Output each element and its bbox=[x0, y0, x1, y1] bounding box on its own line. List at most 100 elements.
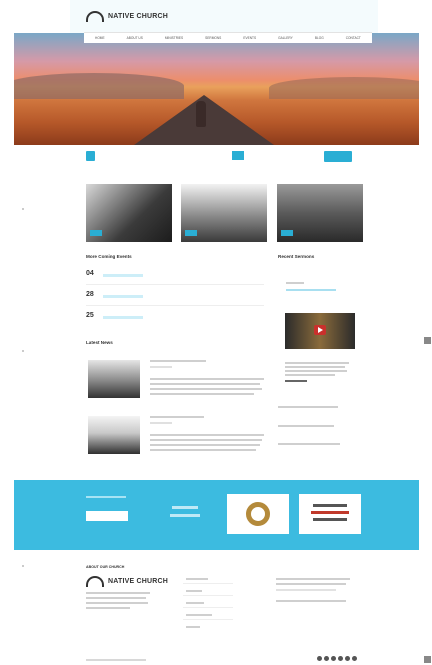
divider bbox=[183, 619, 233, 620]
divider bbox=[183, 607, 233, 608]
nav-item-about[interactable]: ABOUT US bbox=[127, 36, 143, 40]
promo-button[interactable] bbox=[86, 511, 128, 521]
news-image[interactable] bbox=[88, 416, 140, 454]
divider bbox=[183, 595, 233, 596]
event-name[interactable] bbox=[103, 274, 143, 277]
footer-link[interactable] bbox=[186, 614, 212, 616]
divider bbox=[86, 284, 264, 285]
footer-link[interactable] bbox=[186, 590, 202, 592]
sidebar-link[interactable] bbox=[278, 425, 334, 427]
tweet-text bbox=[276, 600, 346, 602]
news-image[interactable] bbox=[88, 360, 140, 398]
promo-card-text bbox=[313, 504, 347, 507]
margin-dot bbox=[22, 565, 24, 567]
nav-item-gallery[interactable]: GALLERY bbox=[278, 36, 293, 40]
event-date: 28 bbox=[86, 291, 94, 298]
events-title: More Coming Events bbox=[86, 254, 132, 259]
promo-card-text bbox=[313, 518, 347, 521]
event-date: 04 bbox=[86, 270, 94, 277]
news-headline[interactable] bbox=[150, 360, 206, 362]
countdown-hours bbox=[254, 151, 266, 160]
nav-item-sermons[interactable]: SERMONS bbox=[205, 36, 221, 40]
sermons-title: Recent Sermons bbox=[278, 254, 315, 259]
tweet-text bbox=[276, 583, 346, 585]
news-text bbox=[150, 388, 262, 390]
footer-about-text bbox=[86, 592, 150, 594]
church-logo-icon bbox=[86, 576, 104, 587]
scroll-marker[interactable] bbox=[424, 656, 431, 663]
news-text bbox=[150, 378, 264, 380]
promo-card-text bbox=[170, 514, 200, 517]
sermon-media-icons[interactable] bbox=[285, 380, 307, 382]
event-name[interactable] bbox=[103, 316, 143, 319]
promo-text bbox=[86, 496, 126, 498]
sermon-name[interactable] bbox=[286, 289, 336, 291]
nav-item-contact[interactable]: CONTACT bbox=[346, 36, 361, 40]
countdown-button[interactable] bbox=[324, 151, 352, 162]
sidebar-link[interactable] bbox=[278, 443, 340, 445]
sermon-text bbox=[285, 366, 345, 368]
promo-card-text bbox=[172, 506, 198, 509]
tweet-text bbox=[276, 589, 336, 591]
footer-about-text bbox=[86, 597, 146, 599]
logo[interactable]: NATIVE CHURCH bbox=[86, 11, 168, 22]
main-nav: HOME ABOUT US MINISTRIES SERMONS EVENTS … bbox=[84, 32, 372, 43]
copyright-text bbox=[86, 659, 146, 661]
news-text bbox=[150, 383, 260, 385]
sermon-text bbox=[285, 370, 347, 372]
nav-item-events[interactable]: EVENTS bbox=[243, 36, 256, 40]
promo-card[interactable] bbox=[299, 494, 361, 534]
news-text bbox=[150, 439, 262, 441]
news-text bbox=[150, 449, 256, 451]
sermon-text bbox=[285, 362, 349, 364]
youtube-icon[interactable] bbox=[345, 656, 350, 661]
nav-item-blog[interactable]: BLOG bbox=[315, 36, 324, 40]
footer-logo[interactable]: NATIVE CHURCH bbox=[86, 576, 168, 587]
ministry-thumb[interactable] bbox=[86, 184, 172, 242]
linkedin-icon[interactable] bbox=[338, 656, 343, 661]
event-name[interactable] bbox=[103, 295, 143, 298]
facebook-icon[interactable] bbox=[317, 656, 322, 661]
promo-card[interactable] bbox=[154, 494, 216, 534]
countdown-days bbox=[232, 151, 244, 160]
sermon-video[interactable] bbox=[285, 313, 355, 349]
margin-dot bbox=[22, 350, 24, 352]
google-plus-icon[interactable] bbox=[331, 656, 336, 661]
news-meta bbox=[150, 422, 172, 424]
sidebar-link[interactable] bbox=[278, 406, 338, 408]
countdown-minutes bbox=[276, 151, 288, 160]
church-logo-icon bbox=[86, 11, 104, 22]
scroll-marker[interactable] bbox=[424, 337, 431, 344]
footer-about-title: ABOUT OUR CHURCH bbox=[86, 565, 125, 569]
thumb-tag[interactable] bbox=[185, 230, 197, 236]
ring-icon bbox=[246, 502, 270, 526]
vimeo-icon[interactable] bbox=[352, 656, 357, 661]
nav-item-ministries[interactable]: MINISTRIES bbox=[165, 36, 183, 40]
ministry-thumb[interactable] bbox=[277, 184, 363, 242]
footer-about-text bbox=[86, 607, 130, 609]
sermon-date bbox=[286, 282, 304, 284]
sermon-text bbox=[285, 374, 335, 376]
news-meta bbox=[150, 366, 172, 368]
news-text bbox=[150, 434, 264, 436]
hero-person bbox=[196, 101, 206, 127]
thumb-tag[interactable] bbox=[90, 230, 102, 236]
twitter-icon[interactable] bbox=[324, 656, 329, 661]
nav-item-home[interactable]: HOME bbox=[95, 36, 105, 40]
social-icons bbox=[317, 656, 357, 661]
promo-card[interactable] bbox=[227, 494, 289, 534]
news-headline[interactable] bbox=[150, 416, 204, 418]
thumb-tag[interactable] bbox=[281, 230, 293, 236]
countdown-seconds bbox=[298, 151, 310, 160]
hero-mountain bbox=[269, 77, 419, 99]
play-icon[interactable] bbox=[314, 325, 326, 335]
footer-link[interactable] bbox=[186, 626, 200, 628]
divider bbox=[183, 583, 233, 584]
footer-link[interactable] bbox=[186, 578, 208, 580]
news-title: Latest News bbox=[86, 340, 113, 345]
calendar-icon bbox=[86, 151, 95, 161]
news-text bbox=[150, 444, 260, 446]
ministry-thumb[interactable] bbox=[181, 184, 267, 242]
footer-about-text bbox=[86, 602, 148, 604]
footer-link[interactable] bbox=[186, 602, 204, 604]
